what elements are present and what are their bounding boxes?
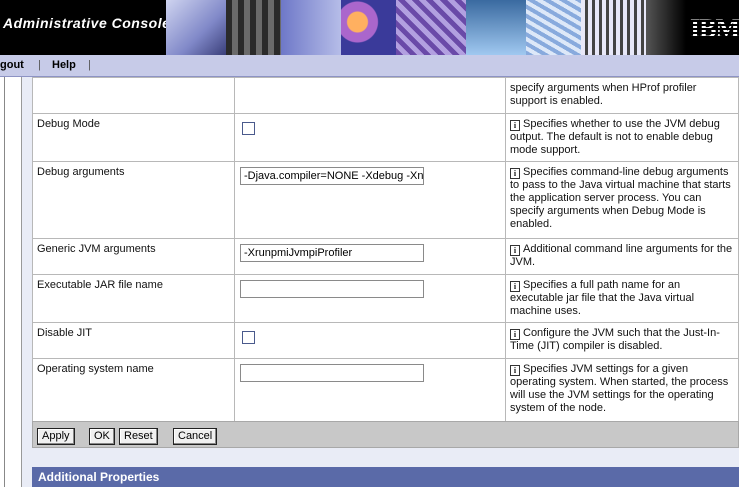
info-icon: i <box>510 120 520 131</box>
additional-properties-header: Additional Properties <box>32 467 739 487</box>
property-value-cell <box>234 322 506 359</box>
property-description: i Specifies JVM settings for a given oper… <box>505 358 739 422</box>
property-name: Generic JVM arguments <box>32 238 235 275</box>
description-text: Additional command line arguments for th… <box>510 243 733 268</box>
description-text: Specifies whether to use the JVM debug o… <box>510 118 720 156</box>
property-name: Executable JAR file name <box>32 274 235 323</box>
ok-button[interactable]: OK <box>89 428 115 445</box>
apply-button[interactable]: Apply <box>37 428 75 445</box>
nav-separator: | <box>38 59 41 71</box>
nav-bar: gout | Help | <box>0 55 739 77</box>
ibm-logo: IBM <box>690 14 739 43</box>
property-text-input[interactable]: -Djava.compiler=NONE -Xdebug -Xnc <box>240 167 424 185</box>
property-row: Debug arguments -Djava.compiler=NONE -Xde… <box>32 161 739 239</box>
property-description: specify arguments when HProf profiler su… <box>505 77 739 114</box>
property-description: i Configure the JVM such that the Just-In… <box>505 322 739 359</box>
property-value-cell <box>234 358 506 422</box>
property-name: Disable JIT <box>32 322 235 359</box>
info-icon: i <box>510 245 520 256</box>
property-value-cell: -Djava.compiler=NONE -Xdebug -Xnc <box>234 161 506 239</box>
property-value-cell <box>234 77 506 114</box>
description-text: specify arguments when HProf profiler su… <box>510 82 697 107</box>
property-row: Operating system name i Specifies JVM sett… <box>32 358 739 422</box>
property-text-input[interactable]: -XrunpmiJvmpiProfiler <box>240 244 424 262</box>
property-value-cell <box>234 274 506 323</box>
property-row: Disable JIT i Configure the JVM such that … <box>32 322 739 359</box>
property-row: Debug Mode i Specifies whether to use the … <box>32 113 739 162</box>
info-icon: i <box>510 281 520 292</box>
property-description: i Specifies a full path name for an execu… <box>505 274 739 323</box>
help-link[interactable]: Help <box>52 59 76 71</box>
left-nav-frame <box>0 77 22 487</box>
property-text-input[interactable] <box>240 364 424 382</box>
nav-separator: | <box>88 59 91 71</box>
content-frame: specify arguments when HProf profiler su… <box>22 77 739 487</box>
banner-mosaic <box>166 0 686 55</box>
property-checkbox[interactable] <box>242 122 255 135</box>
property-value-cell: -XrunpmiJvmpiProfiler <box>234 238 506 275</box>
property-value-cell <box>234 113 506 162</box>
info-icon: i <box>510 329 520 340</box>
description-text: Specifies a full path name for an execut… <box>510 279 695 317</box>
reset-button[interactable]: Reset <box>119 428 158 445</box>
description-text: Configure the JVM such that the Just-In-… <box>510 327 720 352</box>
description-text: Specifies JVM settings for a given opera… <box>510 363 729 414</box>
property-description: i Additional command line arguments for t… <box>505 238 739 275</box>
property-row: Generic JVM arguments -XrunpmiJvmpiProfil… <box>32 238 739 275</box>
property-name: Operating system name <box>32 358 235 422</box>
description-text: Specifies command-line debug arguments t… <box>510 166 731 230</box>
info-icon: i <box>510 365 520 376</box>
property-text-input[interactable] <box>240 280 424 298</box>
info-icon: i <box>510 168 520 179</box>
property-row: Executable JAR file name i Specifies a ful… <box>32 274 739 323</box>
jvm-properties-table: specify arguments when HProf profiler su… <box>32 77 739 422</box>
banner: Administrative Console IBM <box>0 0 739 55</box>
property-row: specify arguments when HProf profiler su… <box>32 77 739 114</box>
property-name <box>32 77 235 114</box>
property-name: Debug Mode <box>32 113 235 162</box>
button-bar: Apply OK Reset Cancel <box>32 421 739 448</box>
property-name: Debug arguments <box>32 161 235 239</box>
logout-link[interactable]: gout <box>0 59 24 71</box>
property-checkbox[interactable] <box>242 331 255 344</box>
console-title: Administrative Console <box>3 15 171 31</box>
property-description: i Specifies whether to use the JVM debug … <box>505 113 739 162</box>
property-description: i Specifies command-line debug arguments … <box>505 161 739 239</box>
cancel-button[interactable]: Cancel <box>173 428 218 445</box>
